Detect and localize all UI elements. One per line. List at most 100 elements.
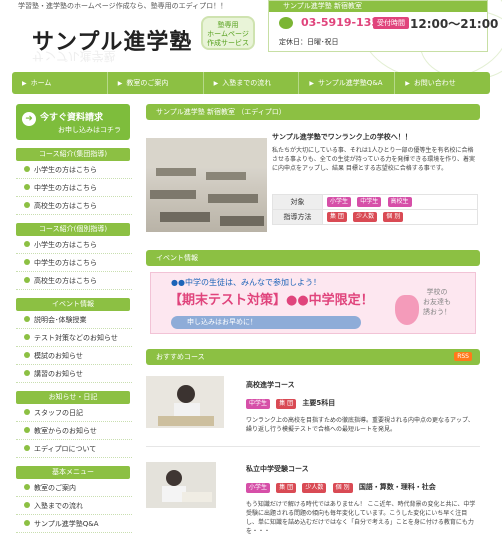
sidebar-item-label: 高校生の方はこちら [34,202,97,210]
bullet-icon [24,484,30,490]
nav-school-info[interactable]: ▶ 教室のご案内 [108,72,204,94]
cta-subtitle: お申し込みはコチラ [58,126,121,134]
arrow-right-icon: ➜ [22,112,36,126]
site-tagline: 学習塾・進学塾のホームページ作成なら、塾専用のエディプロ！！ [18,2,228,10]
sidebar-section-title: コース紹介(個別指導) [16,223,130,236]
sidebar-item-label: 中学生の方はこちら [34,184,97,192]
course-tag: 少人数 [302,483,327,493]
sidebar-item[interactable]: 高校生の方はこちら [16,197,132,215]
nav-label: 入塾までの流れ [222,79,272,87]
course-title[interactable]: 私立中学受験コース [246,464,309,474]
chevron-right-icon: ▶ [309,80,315,87]
bullet-icon [24,409,30,415]
info-table: 対象 小学生 中学生 高校生 指導方法 集 団 少人数 個 別 [272,194,478,225]
sidebar-item[interactable]: 小学生の方はこちら [16,161,132,179]
sidebar-item[interactable]: 模試のお知らせ [16,347,132,365]
event-banner[interactable]: ●●中学の生徒は、みんなで参加しよう！ 【期末テスト対策】●●中学限定！ 申し込… [150,272,476,334]
nav-label: ホーム [30,79,52,87]
chevron-right-icon: ▶ [405,80,410,87]
event-heading: イベント情報 [146,250,480,266]
method-label: 指導方法 [272,209,323,225]
sidebar-item[interactable]: 講習のお知らせ [16,365,132,383]
sidebar-item-label: 高校生の方はこちら [34,277,97,285]
course-tag: 個 別 [332,483,353,493]
intro-text: 私たちが大切にしている事、それは1人ひとり一部の優等生を有名校に合格させる事より… [272,147,476,172]
bullet-icon [24,352,30,358]
sidebar-section-title: 基本メニュー [16,466,130,479]
course-description: ワンランク上の高校を目指すための徹底指導。重要視される内申点の更なるアップ、繰り… [246,417,474,433]
intro-heading: サンプル進学塾 新宿教室 （エディプロ） [146,104,480,120]
bullet-icon [24,241,30,247]
tag-group: 集 団 [327,212,347,222]
course-tag: 小学生 [246,483,271,493]
sidebar-item[interactable]: 入塾までの流れ [16,497,132,515]
service-badge-text: 塾専用 ホームページ 作成サービス [207,21,249,47]
course-tags: 中学生 集 団 主要5科目 [246,398,335,409]
sidebar-item-label: 模試のお知らせ [34,352,83,360]
sidebar-item[interactable]: テスト対策などのお知らせ [16,329,132,347]
sidebar-item-label: 教室からのお知らせ [34,427,97,435]
bullet-icon [24,166,30,172]
chevron-right-icon: ▶ [213,80,219,87]
chevron-right-icon: ▶ [117,80,123,87]
sidebar-section-title: イベント情報 [16,298,130,311]
sidebar-item[interactable]: 説明会･体験授業 [16,311,132,329]
sidebar-item[interactable]: サンプル進学塾Q&A [16,515,132,533]
sidebar-item[interactable]: 教室のご案内 [16,479,132,497]
bullet-icon [24,370,30,376]
sidebar-item-label: スタッフの日記 [34,409,83,417]
contact-school-name: サンプル進学塾 新宿教室 [269,1,487,12]
course-subjects: 主要5科目 [302,399,336,407]
site-logo-reflection: サンプル進学塾 [32,49,116,63]
sidebar-item-label: テスト対策などのお知らせ [34,334,118,342]
divider [146,446,480,447]
event-side-text: 学校の お友達も 誘おう！ [423,288,451,316]
business-hours: 12:00～21:00 [410,17,499,31]
target-tags: 小学生 中学生 高校生 [322,194,478,210]
sidebar-item[interactable]: 教室からのお知らせ [16,422,132,440]
sidebar-item-label: エディプロについて [34,445,97,453]
sidebar-item[interactable]: 中学生の方はこちら [16,254,132,272]
nav-home[interactable]: ▶ ホーム [12,72,108,94]
study-illustration [146,462,216,508]
bullet-icon [24,502,30,508]
nav-contact[interactable]: ▶ お問い合わせ [395,72,490,94]
bullet-icon [24,520,30,526]
reception-badge: 受付時間 [373,17,409,29]
bullet-icon [24,427,30,433]
nav-enrollment-flow[interactable]: ▶ 入塾までの流れ [204,72,300,94]
event-title: 【期末テスト対策】●●中学限定！ [169,293,374,308]
course-title[interactable]: 高校進学コース [246,380,295,390]
sidebar-item-label: 小学生の方はこちら [34,241,97,249]
cta-title: 今すぐ資料請求 [40,113,104,123]
nav-qa[interactable]: ▶ サンプル進学塾Q&A [299,72,396,94]
classroom-illustration [146,138,267,226]
event-subtitle: ●●中学の生徒は、みんなで参加しよう！ [171,278,321,287]
sidebar-section-title: お知らせ・日記 [16,391,130,404]
rabbit-icon [395,295,419,325]
sidebar-item[interactable]: 中学生の方はこちら [16,179,132,197]
phone-icon [279,17,293,29]
bullet-icon [24,445,30,451]
sidebar-item[interactable]: エディプロについて [16,440,132,458]
sidebar-item-label: 講習のお知らせ [34,370,83,378]
sidebar-item[interactable]: 小学生の方はこちら [16,236,132,254]
recommended-heading-label: おすすめコース [156,353,205,361]
event-apply-button[interactable]: 申し込みはお早めに！ [171,316,361,329]
nav-label: 教室のご案内 [126,79,169,87]
bullet-icon [24,334,30,340]
rss-icon[interactable]: RSS [454,352,472,361]
sidebar-item-label: サンプル進学塾Q&A [34,520,99,528]
sidebar-item-label: 小学生の方はこちら [34,166,97,174]
nav-label: お問い合わせ [413,79,456,87]
sidebar: ➜ 今すぐ資料請求 お申し込みはコチラ コース紹介(集団指導) 小学生の方はこち… [16,104,132,533]
sidebar-section-title: コース紹介(集団指導) [16,148,130,161]
course-subjects: 国語・算数・理科・社会 [358,483,436,491]
sidebar-item-label: 説明会･体験授業 [34,316,87,324]
bullet-icon [24,316,30,322]
sidebar-item[interactable]: 高校生の方はこちら [16,272,132,290]
student-illustration [146,376,224,428]
method-tags: 集 団 少人数 個 別 [322,209,478,225]
sidebar-item[interactable]: スタッフの日記 [16,404,132,422]
request-materials-button[interactable]: ➜ 今すぐ資料請求 お申し込みはコチラ [16,104,130,140]
